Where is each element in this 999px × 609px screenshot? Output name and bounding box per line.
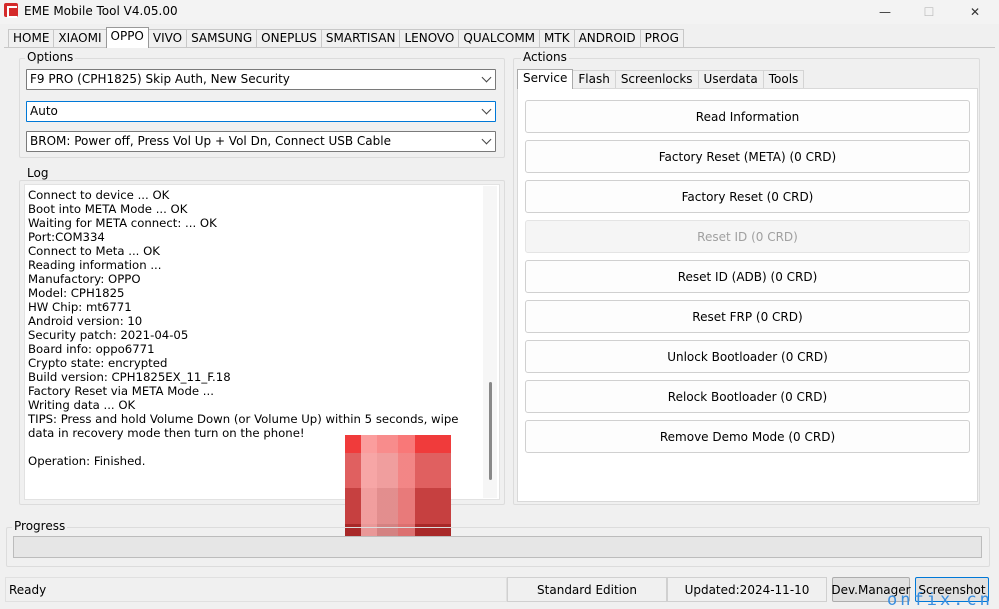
status-text: Ready	[9, 582, 47, 597]
status-edition: Standard Edition	[507, 577, 667, 602]
pixelated-logo	[345, 435, 451, 541]
actions-label: Actions	[521, 50, 569, 64]
reset-frp-button[interactable]: Reset FRP (0 CRD)	[525, 300, 970, 333]
tab-smartisan[interactable]: SMARTISAN	[320, 29, 401, 47]
action-tab-flash[interactable]: Flash	[572, 70, 616, 88]
app-logo-icon	[4, 3, 18, 18]
model-select-value: F9 PRO (CPH1825) Skip Auth, New Security	[30, 72, 290, 86]
tab-lenovo[interactable]: LENOVO	[399, 29, 460, 47]
maximize-button[interactable]: ☐	[906, 0, 952, 24]
connection-method-select[interactable]: BROM: Power off, Press Vol Up + Vol Dn, …	[26, 131, 496, 152]
reset-id-button[interactable]: Reset ID (0 CRD)	[525, 220, 970, 253]
status-updated: Updated:2024-11-10	[667, 577, 827, 602]
log-text: Connect to device ... OK Boot into META …	[28, 188, 459, 468]
options-label: Options	[25, 50, 76, 64]
mode-select[interactable]: Auto	[26, 101, 496, 122]
factory-reset-button[interactable]: Factory Reset (META) (0 CRD)	[525, 140, 970, 173]
tab-prog[interactable]: PROG	[639, 29, 684, 47]
action-tab-service[interactable]: Service	[517, 69, 574, 89]
progress-label: Progress	[12, 519, 68, 533]
progress-bar	[13, 536, 982, 558]
tab-oneplus[interactable]: ONEPLUS	[256, 29, 322, 47]
chevron-down-icon	[481, 104, 492, 115]
read-information-button[interactable]: Read Information	[525, 100, 970, 133]
brand-tab-bar: HOME XIAOMI OPPO VIVO SAMSUNG ONEPLUS SMARTISA…	[8, 27, 684, 48]
mode-select-value: Auto	[30, 104, 58, 118]
tab-home[interactable]: HOME	[8, 29, 55, 47]
tab-samsung[interactable]: SAMSUNG	[186, 29, 258, 47]
model-select[interactable]: F9 PRO (CPH1825) Skip Auth, New Security	[26, 69, 496, 90]
reset-id-button[interactable]: Reset ID (ADB) (0 CRD)	[525, 260, 970, 293]
connection-method-value: BROM: Power off, Press Vol Up + Vol Dn, …	[30, 134, 391, 148]
action-tab-screenlocks[interactable]: Screenlocks	[614, 70, 699, 88]
tab-qualcomm[interactable]: QUALCOMM	[458, 29, 541, 47]
tab-mtk[interactable]: MTK	[539, 29, 575, 47]
status-ready: Ready	[5, 577, 507, 602]
action-tab-userdata[interactable]: Userdata	[697, 70, 764, 88]
window-title: EME Mobile Tool V4.05.00	[24, 4, 178, 18]
tab-xiaomi[interactable]: XIAOMI	[53, 29, 107, 47]
watermark: onfix.cn	[887, 590, 993, 609]
close-button[interactable]: ✕	[952, 0, 998, 24]
edition-text: Standard Edition	[537, 582, 637, 597]
tab-oppo[interactable]: OPPO	[105, 27, 149, 48]
tab-android[interactable]: ANDROID	[573, 29, 641, 47]
chevron-down-icon	[481, 134, 492, 145]
chevron-down-icon	[481, 72, 492, 83]
log-label: Log	[25, 166, 51, 180]
actions-tab-bar: Service Flash Screenlocks Userdata Tools	[517, 69, 805, 89]
relock-bootloader-button[interactable]: Relock Bootloader (0 CRD)	[525, 380, 970, 413]
updated-text: Updated:2024-11-10	[684, 582, 810, 597]
unlock-bootloader-button[interactable]: Unlock Bootloader (0 CRD)	[525, 340, 970, 373]
tab-vivo[interactable]: VIVO	[147, 29, 188, 47]
log-scrollbar-thumb[interactable]	[489, 382, 492, 480]
minimize-button[interactable]: —	[862, 0, 908, 24]
remove-demo-mode-button[interactable]: Remove Demo Mode (0 CRD)	[525, 420, 970, 453]
action-tab-tools[interactable]: Tools	[762, 70, 805, 88]
factory-reset-button[interactable]: Factory Reset (0 CRD)	[525, 180, 970, 213]
